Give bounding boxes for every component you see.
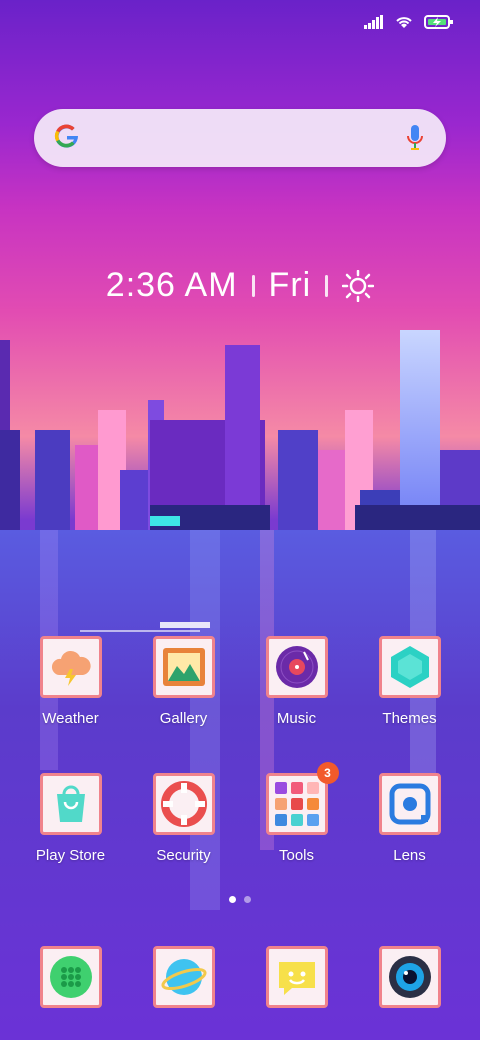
dock-camera[interactable] xyxy=(379,946,441,1008)
themes-icon xyxy=(378,636,441,698)
app-security[interactable]: Security xyxy=(127,773,240,864)
app-label: Music xyxy=(276,710,317,727)
app-label: Play Store xyxy=(35,847,106,864)
dock-browser[interactable] xyxy=(153,946,215,1008)
separator xyxy=(251,274,255,297)
messages-icon xyxy=(279,962,315,995)
play-store-icon xyxy=(39,773,102,835)
dock-messages[interactable] xyxy=(266,946,328,1008)
app-label: Tools xyxy=(278,847,315,864)
app-label: Weather xyxy=(42,710,99,727)
time-text: 2:36 AM xyxy=(105,266,238,304)
phone-icon xyxy=(50,956,92,998)
status-bar xyxy=(364,8,454,36)
sun-icon xyxy=(342,269,375,302)
google-g-logo xyxy=(54,124,79,148)
page-indicator[interactable] xyxy=(0,896,480,903)
page-dot-active[interactable] xyxy=(229,896,236,903)
app-lens[interactable]: Lens xyxy=(353,773,466,864)
app-label: Gallery xyxy=(159,710,208,727)
app-weather[interactable]: Weather xyxy=(14,636,127,727)
signal-icon xyxy=(364,15,383,29)
gallery-icon xyxy=(152,636,215,698)
camera-icon xyxy=(389,956,431,998)
mic-icon[interactable] xyxy=(406,123,424,153)
app-music[interactable]: Music xyxy=(240,636,353,727)
clock-widget[interactable]: 2:36 AM Fri xyxy=(0,266,480,305)
battery-charging-icon xyxy=(424,15,453,29)
app-themes[interactable]: Themes xyxy=(353,636,466,727)
app-label: Themes xyxy=(382,710,437,727)
wifi-icon xyxy=(396,17,412,28)
music-icon xyxy=(265,636,328,698)
notification-badge: 3 xyxy=(316,762,339,784)
separator xyxy=(325,274,329,297)
google-search-bar[interactable] xyxy=(34,109,446,167)
browser-icon xyxy=(161,959,207,995)
security-icon xyxy=(152,773,215,835)
weather-icon xyxy=(39,636,102,698)
dock-phone[interactable] xyxy=(40,946,102,1008)
day-text: Fri xyxy=(268,266,312,304)
app-play-store[interactable]: Play Store xyxy=(14,773,127,864)
page-dot[interactable] xyxy=(244,896,251,903)
lens-icon xyxy=(378,773,441,835)
app-gallery[interactable]: Gallery xyxy=(127,636,240,727)
app-tools-folder[interactable]: 3 Tools xyxy=(240,762,353,864)
app-label: Security xyxy=(156,847,211,864)
app-label: Lens xyxy=(393,847,426,864)
tools-folder-icon: 3 xyxy=(265,762,339,835)
